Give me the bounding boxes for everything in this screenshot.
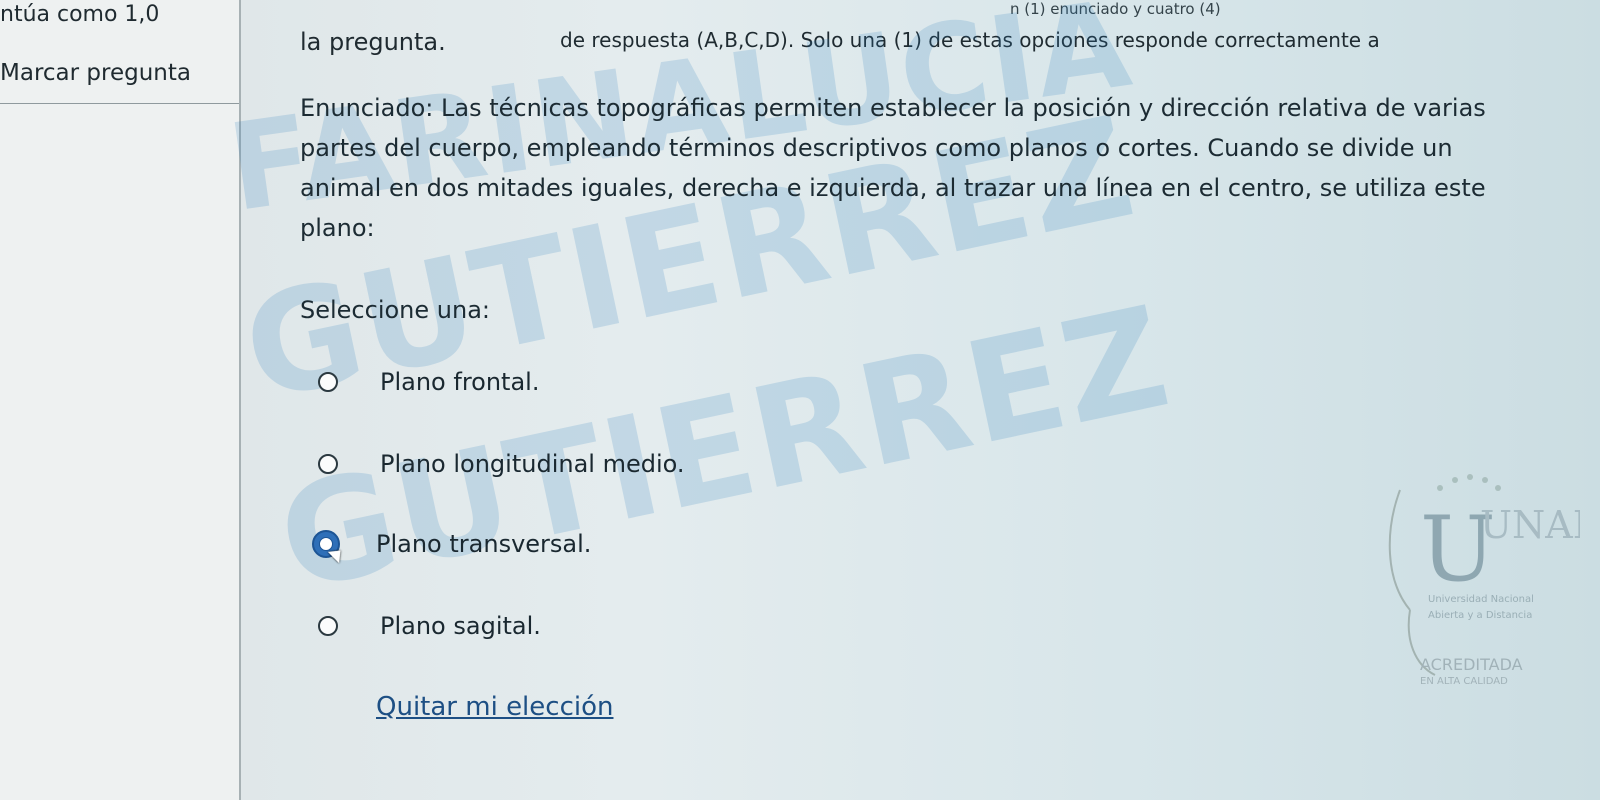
instructions-top: n (1) enunciado y cuatro (4) bbox=[1010, 0, 1221, 18]
unad-logo: U UNAD Universidad Nacional Abierta y a … bbox=[1388, 474, 1580, 687]
logo-letters: UNAD bbox=[1480, 503, 1580, 547]
question-statement: Enunciado: Las técnicas topográficas per… bbox=[300, 94, 1486, 242]
option-b[interactable]: Plano longitudinal medio. bbox=[318, 444, 685, 484]
logo-quality: EN ALTA CALIDAD bbox=[1420, 676, 1508, 687]
panel-border bbox=[239, 0, 241, 800]
flag-question-link[interactable]: Marcar pregunta bbox=[0, 60, 191, 86]
radio-button[interactable] bbox=[318, 454, 338, 474]
laurel-left-icon bbox=[1388, 489, 1411, 611]
sidebar-panel: ntúa como 1,0 Marcar pregunta bbox=[0, 0, 240, 800]
option-label: Plano transversal. bbox=[376, 530, 592, 558]
logo-caption-2: Abierta y a Distancia bbox=[1428, 610, 1532, 621]
mouse-cursor-icon bbox=[327, 544, 347, 564]
option-label: Plano longitudinal medio. bbox=[380, 450, 685, 478]
select-label: Seleccione una: bbox=[300, 296, 490, 324]
radio-button[interactable] bbox=[318, 616, 338, 636]
option-a[interactable]: Plano frontal. bbox=[318, 362, 539, 402]
clear-choice-link[interactable]: Quitar mi elección bbox=[376, 692, 613, 722]
radio-button-focused[interactable] bbox=[312, 530, 347, 564]
option-label: Plano sagital. bbox=[380, 612, 541, 640]
instructions-line: de respuesta (A,B,C,D). Solo una (1) de … bbox=[560, 28, 1380, 52]
option-label: Plano frontal. bbox=[380, 368, 540, 396]
option-c[interactable]: Plano transversal. bbox=[312, 524, 592, 564]
logo-caption-1: Universidad Nacional bbox=[1428, 594, 1534, 605]
grade-text: ntúa como 1,0 bbox=[0, 2, 160, 27]
option-d[interactable]: Plano sagital. bbox=[318, 606, 541, 646]
sidebar-divider bbox=[0, 103, 240, 104]
logo-accredited: ACREDITADA bbox=[1420, 655, 1523, 674]
radio-button[interactable] bbox=[318, 372, 338, 392]
instructions-end: la pregunta. bbox=[300, 28, 446, 56]
